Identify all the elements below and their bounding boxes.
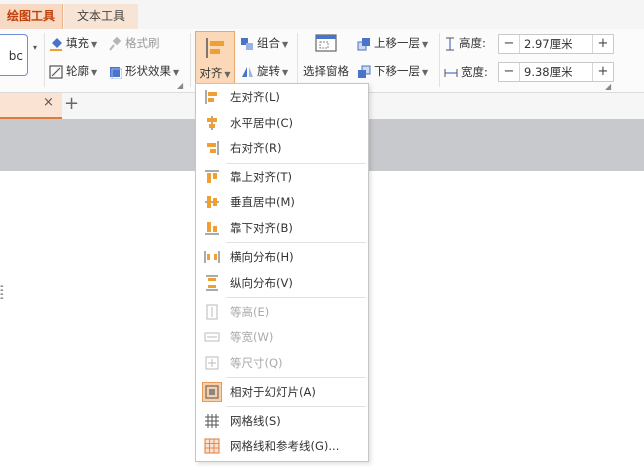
- same-width-icon: [204, 332, 220, 342]
- document-tab[interactable]: ×: [0, 93, 62, 119]
- menu-item-grid-and-guides[interactable]: 网格线和参考线(G)...: [197, 434, 367, 458]
- height-icon: [446, 37, 454, 50]
- shape-effect-label: 形状效果: [125, 64, 171, 78]
- menu-item-gridlines[interactable]: 网格线(S): [197, 409, 367, 433]
- gridlines-icon: [205, 414, 219, 428]
- align-big-icon: [206, 38, 224, 58]
- relative-to-slide-icon: [202, 382, 222, 402]
- height-label: 高度:: [459, 36, 486, 50]
- tab-drawing-tools[interactable]: 绘图工具: [0, 4, 63, 29]
- ribbon-tab-bar: 绘图工具 文本工具: [0, 0, 644, 29]
- send-backward-button[interactable]: 下移一层 ▼: [357, 63, 428, 79]
- align-left-icon: [205, 90, 217, 104]
- outline-icon: [49, 64, 63, 79]
- menu-item-same-size[interactable]: 等尺寸(Q): [197, 351, 367, 375]
- fill-button[interactable]: 填充 ▼: [49, 35, 97, 51]
- align-button[interactable]: 对齐 ▼: [195, 31, 235, 87]
- height-value[interactable]: 2.97厘米: [520, 35, 573, 53]
- rotate-button[interactable]: 旋转 ▼: [240, 63, 288, 79]
- fill-bucket-icon: [50, 37, 62, 51]
- send-backward-icon: [358, 65, 371, 78]
- outline-button[interactable]: 轮廓 ▼: [49, 63, 97, 79]
- menu-item-label: 垂直居中(M): [230, 195, 295, 209]
- ruler-marks: ----: [0, 281, 4, 304]
- menu-item-label: 等高(E): [230, 305, 270, 319]
- distribute-horizontal-icon: [204, 251, 220, 263]
- width-increment-button[interactable]: +: [592, 63, 613, 81]
- dialog-launcher-icon[interactable]: ◢: [177, 81, 183, 90]
- selection-pane-icon: [315, 34, 337, 52]
- width-stepper[interactable]: − 9.38厘米 +: [498, 62, 614, 82]
- menu-item-same-width[interactable]: 等宽(W): [197, 325, 367, 349]
- menu-item-same-height[interactable]: 等高(E): [197, 300, 367, 324]
- menu-item-label: 横向分布(H): [230, 250, 294, 264]
- style-preview-text: bc: [8, 49, 23, 63]
- bring-forward-icon: [357, 37, 370, 50]
- format-painter-label: 格式刷: [125, 36, 160, 50]
- menu-item-label: 等宽(W): [230, 330, 274, 344]
- width-label: 宽度:: [461, 65, 488, 79]
- menu-item-align-center[interactable]: 水平居中(C): [197, 111, 367, 135]
- menu-item-label: 网格线和参考线(G)...: [230, 439, 340, 453]
- selection-pane-label: 选择窗格: [303, 64, 349, 78]
- shape-effect-button[interactable]: 形状效果 ▼: [108, 63, 179, 79]
- menu-item-label: 左对齐(L): [230, 90, 280, 104]
- rotate-label: 旋转: [257, 64, 280, 78]
- menu-item-label: 水平居中(C): [230, 116, 294, 130]
- menu-item-relative-to-slide[interactable]: 相对于幻灯片(A): [197, 380, 367, 404]
- bring-forward-label: 上移一层: [374, 36, 420, 50]
- width-icon: [444, 68, 458, 77]
- size-dialog-launcher-icon[interactable]: ◢: [605, 82, 611, 91]
- menu-item-label: 纵向分布(V): [230, 276, 293, 290]
- menu-item-distribute-horizontal[interactable]: 横向分布(H): [197, 245, 367, 269]
- align-label: 对齐: [199, 66, 223, 80]
- menu-item-label: 等尺寸(Q): [230, 356, 283, 370]
- menu-item-label: 网格线(S): [230, 414, 281, 428]
- bring-forward-button[interactable]: 上移一层 ▼: [357, 35, 428, 51]
- menu-item-align-right[interactable]: 右对齐(R): [197, 136, 367, 160]
- align-dropdown-menu: 左对齐(L) 水平居中(C) 右对齐(R) 靠上对齐(T) 垂直居中(M) 靠下…: [195, 83, 369, 462]
- distribute-vertical-icon: [206, 275, 218, 291]
- style-gallery-more-icon[interactable]: ▾: [33, 43, 37, 52]
- outline-label: 轮廓: [66, 64, 89, 78]
- menu-item-align-left[interactable]: 左对齐(L): [197, 85, 367, 109]
- menu-item-align-middle[interactable]: 垂直居中(M): [197, 190, 367, 214]
- shape-style-preview[interactable]: bc: [0, 34, 28, 76]
- align-middle-icon: [205, 196, 219, 208]
- align-center-icon: [207, 116, 217, 130]
- same-height-icon: [206, 304, 218, 320]
- align-right-icon: [207, 141, 219, 155]
- grid-guides-icon: [204, 438, 220, 454]
- align-bottom-icon: [205, 222, 219, 235]
- height-label-group: 高度:: [444, 35, 486, 51]
- group-label: 组合: [257, 36, 280, 50]
- width-value[interactable]: 9.38厘米: [520, 63, 573, 81]
- height-decrement-button[interactable]: −: [499, 35, 520, 53]
- menu-item-distribute-vertical[interactable]: 纵向分布(V): [197, 271, 367, 295]
- menu-item-align-top[interactable]: 靠上对齐(T): [197, 165, 367, 189]
- height-increment-button[interactable]: +: [592, 35, 613, 53]
- format-painter-icon: [109, 36, 122, 51]
- menu-item-label: 右对齐(R): [230, 141, 282, 155]
- group-button[interactable]: 组合 ▼: [240, 35, 288, 51]
- selection-pane-button[interactable]: 选择窗格: [302, 33, 350, 79]
- menu-item-label: 靠上对齐(T): [230, 170, 292, 184]
- menu-item-label: 靠下对齐(B): [230, 221, 293, 235]
- width-decrement-button[interactable]: −: [499, 63, 520, 81]
- tab-text-tools[interactable]: 文本工具: [64, 4, 138, 29]
- group-icon: [241, 37, 253, 50]
- format-painter-button[interactable]: 格式刷: [108, 35, 160, 51]
- align-top-icon: [205, 170, 219, 183]
- rotate-icon: [242, 66, 253, 77]
- add-tab-icon[interactable]: +: [64, 93, 79, 114]
- send-backward-label: 下移一层: [374, 64, 420, 78]
- fill-label: 填充: [66, 36, 89, 50]
- shape-effect-icon: [110, 66, 122, 79]
- same-size-icon: [205, 356, 219, 370]
- menu-item-align-bottom[interactable]: 靠下对齐(B): [197, 216, 367, 240]
- height-stepper[interactable]: − 2.97厘米 +: [498, 34, 614, 54]
- close-tab-icon[interactable]: ×: [43, 95, 54, 110]
- menu-item-label: 相对于幻灯片(A): [230, 385, 316, 399]
- width-label-group: 宽度:: [444, 64, 488, 80]
